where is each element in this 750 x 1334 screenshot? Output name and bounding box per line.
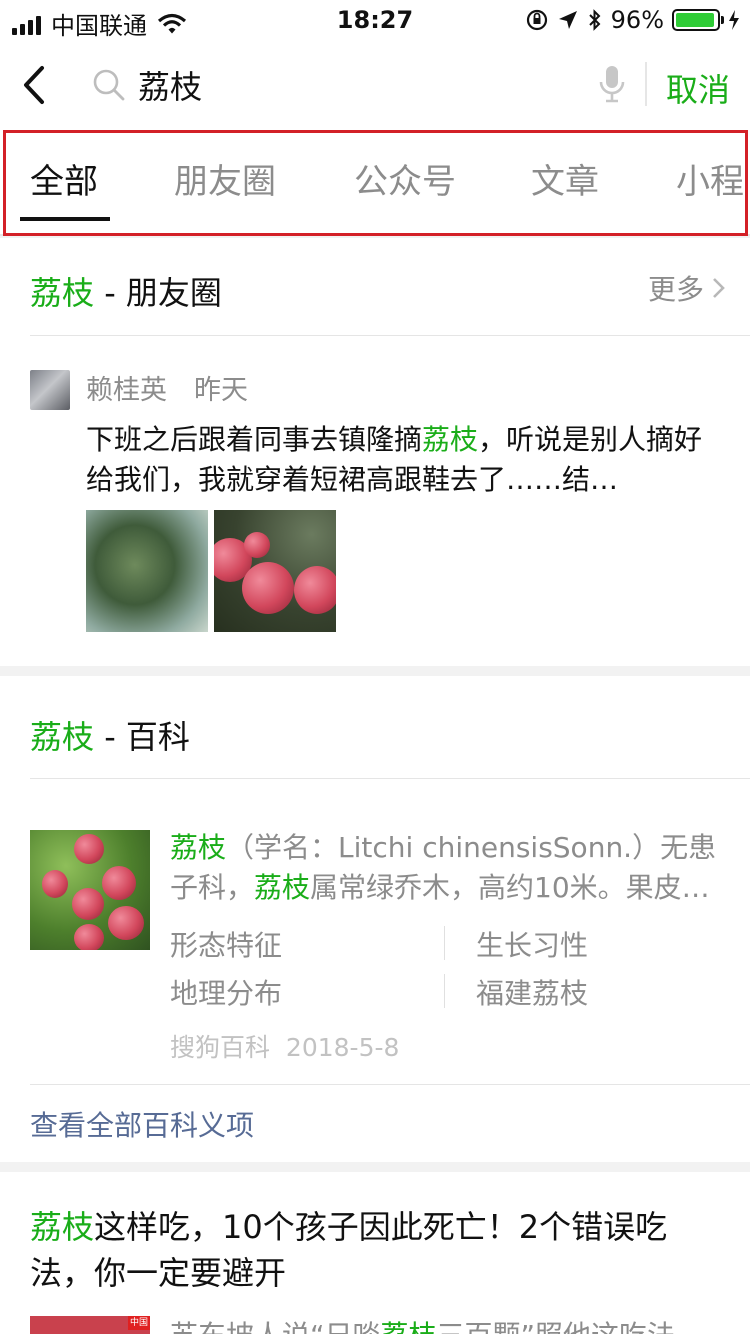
category-tabs: 全部 朋友圈 公众号 文章 小程 bbox=[0, 130, 750, 236]
divider bbox=[30, 1084, 750, 1085]
battery-icon bbox=[672, 9, 724, 31]
encyclopedia-thumbnail[interactable] bbox=[30, 830, 150, 950]
attribute-link-habits[interactable]: 生长习性 bbox=[476, 924, 588, 964]
search-input[interactable]: 荔枝 bbox=[138, 62, 202, 108]
divider bbox=[30, 335, 750, 336]
charging-icon bbox=[729, 10, 739, 30]
active-tab-indicator bbox=[20, 217, 110, 221]
keyword-highlight: 荔枝 bbox=[381, 1319, 437, 1334]
article-thumbnail[interactable]: 中国 bbox=[30, 1316, 150, 1334]
tab-mini-programs[interactable]: 小程 bbox=[676, 154, 744, 203]
post-author[interactable]: 赖桂英 bbox=[86, 368, 167, 407]
microphone-icon[interactable] bbox=[598, 64, 626, 104]
attribute-link-fujian-lychee[interactable]: 福建荔枝 bbox=[476, 972, 588, 1012]
keyword-highlight: 荔枝 bbox=[30, 274, 95, 312]
moments-section-title: 荔枝 - 朋友圈 bbox=[30, 268, 222, 314]
attribute-link-morphology[interactable]: 形态特征 bbox=[170, 924, 282, 964]
battery-fill bbox=[676, 13, 715, 27]
divider bbox=[444, 974, 445, 1008]
post-photo-tree[interactable] bbox=[86, 510, 208, 632]
keyword-highlight: 荔枝 bbox=[422, 423, 479, 456]
article-snippet[interactable]: 苏东坡人说“日啖荔枝三百颗”照他这吃法 bbox=[170, 1316, 718, 1334]
battery-percent: 96% bbox=[610, 6, 664, 34]
encyclopedia-summary[interactable]: 荔枝（学名：Litchi chinensisSonn.）无患子科，荔枝属常绿乔木… bbox=[170, 828, 718, 908]
more-label: 更多 bbox=[647, 273, 704, 306]
post-photo-lychee[interactable] bbox=[214, 510, 336, 632]
divider bbox=[444, 926, 445, 960]
article-title-text: 这样吃，10个孩子因此死亡！2个错误吃法，你一定要避开 bbox=[30, 1208, 668, 1292]
divider bbox=[30, 778, 750, 779]
tab-moments[interactable]: 朋友圈 bbox=[174, 154, 276, 203]
tab-official-accounts[interactable]: 公众号 bbox=[354, 154, 456, 203]
encyclopedia-source: 搜狗百科 2018-5-8 bbox=[170, 1028, 399, 1064]
orientation-lock-icon bbox=[526, 9, 547, 31]
snippet-text: 三百颗”照他这吃法 bbox=[437, 1319, 676, 1334]
thumbnail-tag: 中国 bbox=[128, 1316, 150, 1330]
chevron-right-icon bbox=[713, 278, 725, 298]
attribute-link-distribution[interactable]: 地理分布 bbox=[170, 972, 282, 1012]
post-text[interactable]: 下班之后跟着同事去镇隆摘荔枝，听说是别人摘好给我们，我就穿着短裙高跟鞋去了……结… bbox=[86, 420, 716, 500]
search-icon bbox=[93, 69, 125, 101]
tab-articles[interactable]: 文章 bbox=[531, 154, 599, 203]
article-title[interactable]: 荔枝这样吃，10个孩子因此死亡！2个错误吃法，你一定要避开 bbox=[30, 1204, 720, 1296]
search-bar: 荔枝 取消 bbox=[0, 40, 750, 130]
back-arrow-icon[interactable] bbox=[18, 62, 58, 108]
avatar[interactable] bbox=[30, 370, 70, 410]
keyword-highlight: 荔枝 bbox=[254, 871, 311, 904]
bluetooth-icon bbox=[588, 9, 601, 31]
cancel-button[interactable]: 取消 bbox=[666, 65, 730, 111]
source-date: 2018-5-8 bbox=[285, 1033, 400, 1062]
view-all-encyclopedia-link[interactable]: 查看全部百科义项 bbox=[30, 1104, 254, 1144]
divider bbox=[0, 234, 750, 236]
location-icon bbox=[558, 11, 577, 29]
keyword-highlight: 荔枝 bbox=[30, 718, 95, 756]
post-time: 昨天 bbox=[194, 375, 248, 406]
snippet-text: 苏东坡人说“日啖 bbox=[170, 1319, 381, 1334]
keyword-highlight: 荔枝 bbox=[30, 1208, 95, 1246]
encyclopedia-section-title: 荔枝 - 百科 bbox=[30, 712, 190, 758]
keyword-highlight: 荔枝 bbox=[170, 831, 227, 864]
section-suffix: - 百科 bbox=[94, 718, 190, 756]
status-bar: 中国联通 18:27 96% bbox=[0, 0, 750, 40]
divider bbox=[645, 62, 647, 106]
post-text-part: 下班之后跟着同事去镇隆摘 bbox=[86, 423, 423, 456]
section-suffix: - 朋友圈 bbox=[94, 274, 222, 312]
tab-all[interactable]: 全部 bbox=[30, 154, 98, 203]
more-button[interactable]: 更多 bbox=[648, 268, 726, 308]
source-name: 搜狗百科 bbox=[170, 1033, 271, 1062]
summary-text: 属常绿乔木，高约10米。果皮… bbox=[310, 871, 710, 904]
